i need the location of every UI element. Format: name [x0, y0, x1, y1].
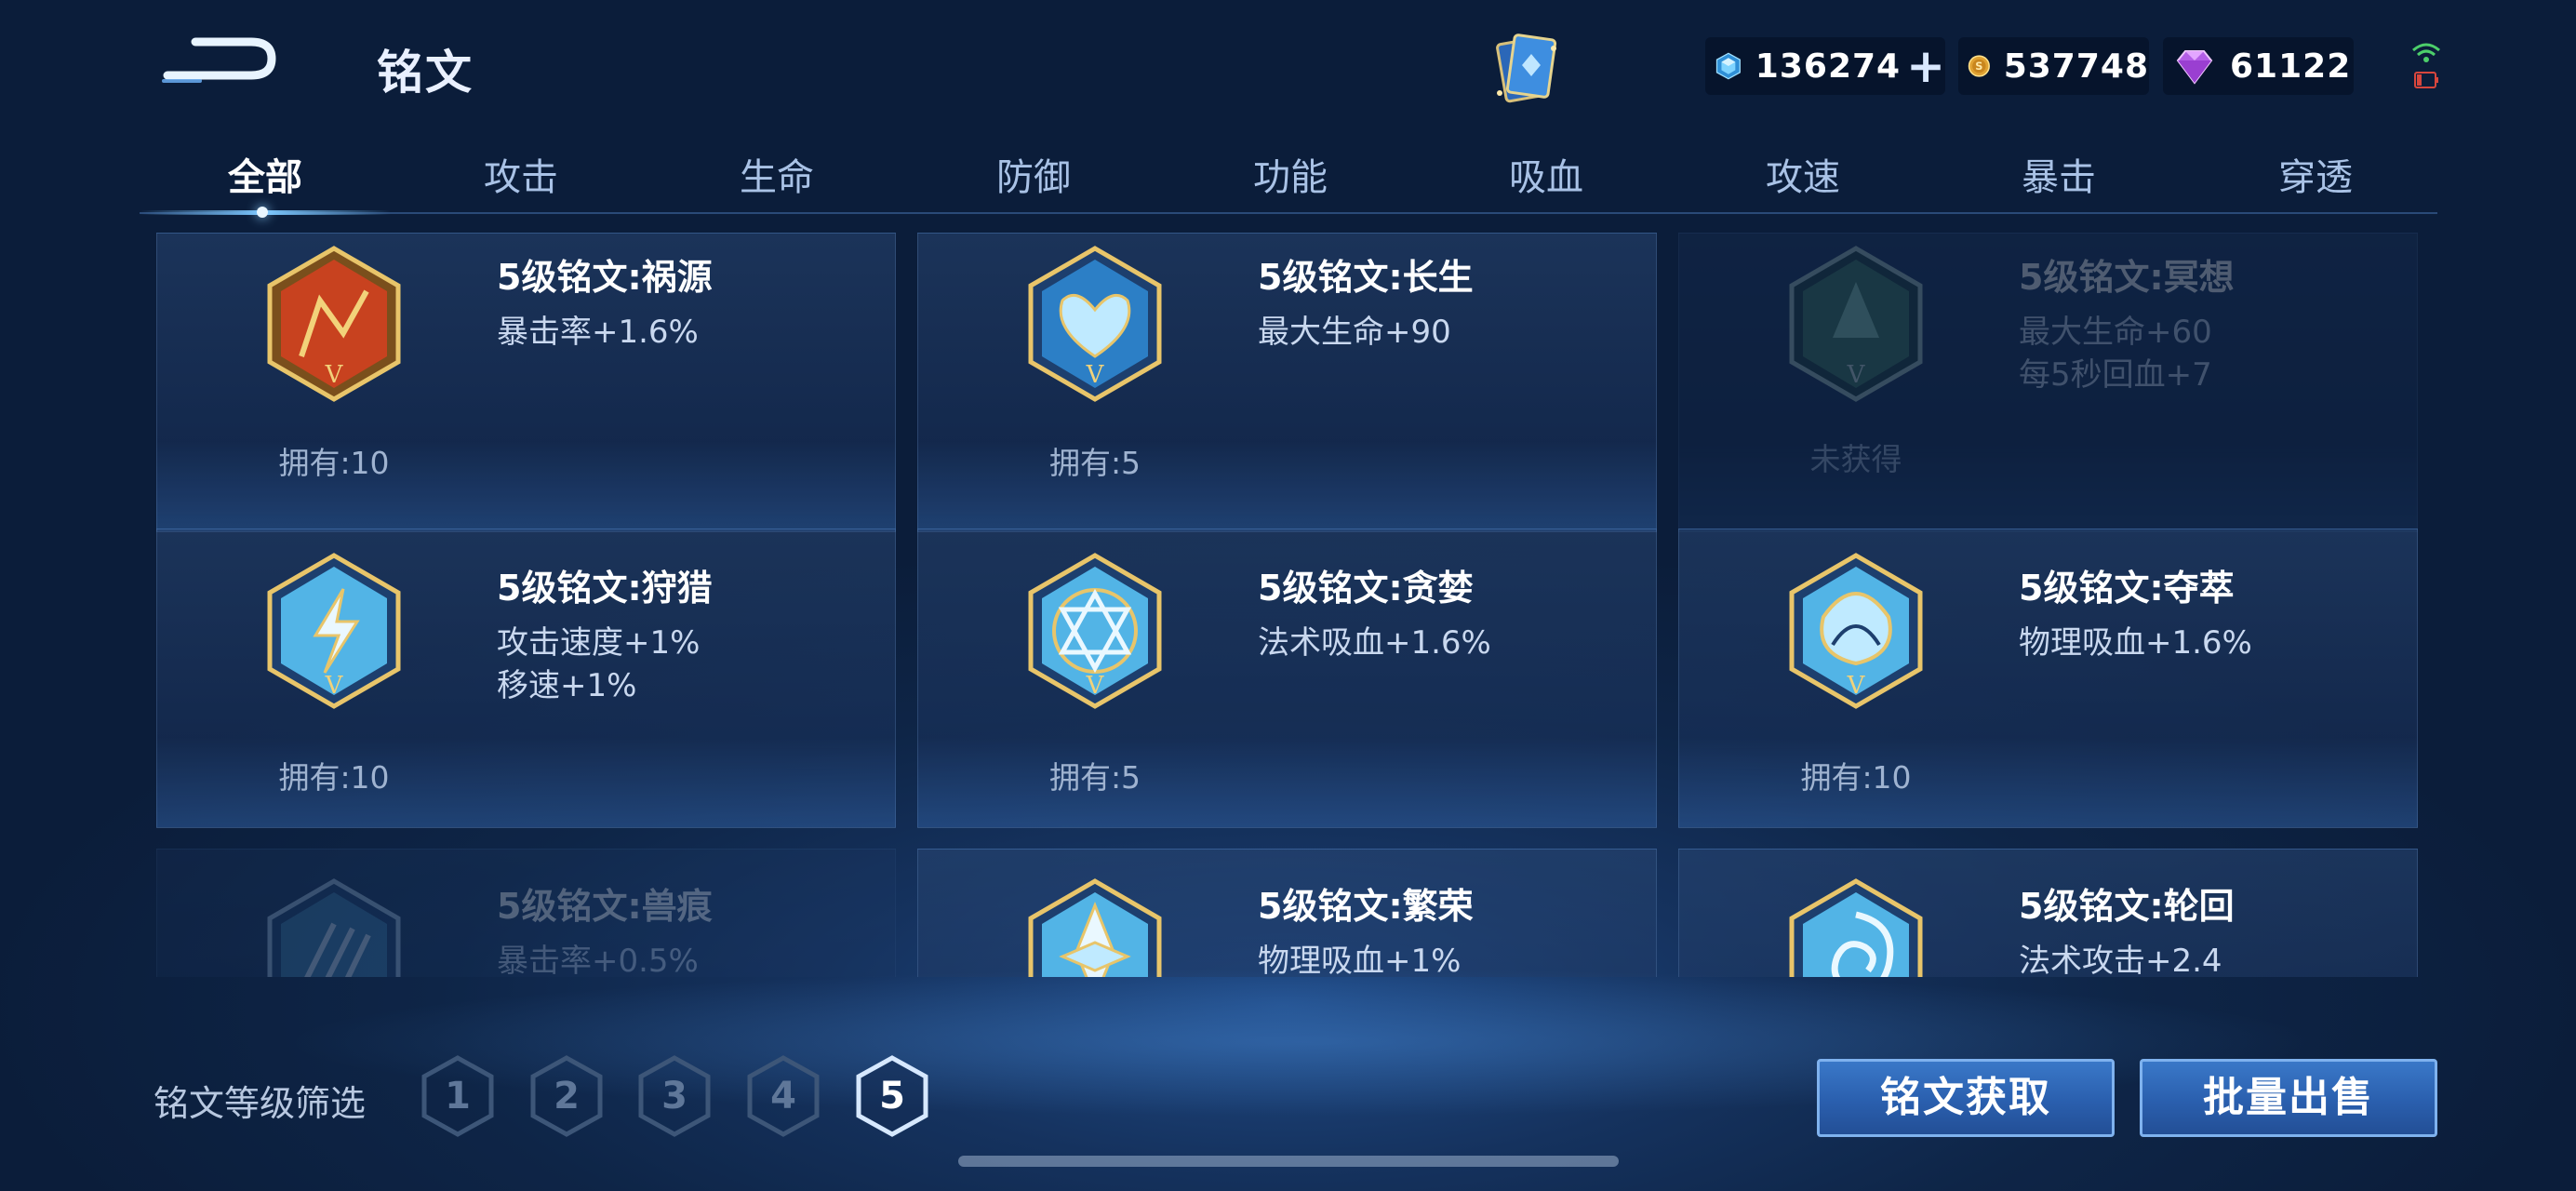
svg-text:V: V [1847, 672, 1866, 700]
tab-utility[interactable]: 功能 [1221, 147, 1360, 201]
back-arrow-icon [162, 37, 276, 83]
svg-text:S: S [1975, 60, 1982, 73]
rune-attribute: 法术吸血+1.6% [1258, 624, 1491, 662]
blue-crystal-emblem-icon [1028, 878, 1162, 977]
rune-card[interactable]: V 5级铭文:冥想 最大生命+60 每5秒回血+7 未获得 [1678, 233, 2418, 532]
blue-knot-emblem-icon: V [1789, 553, 1923, 709]
svg-text:V: V [1086, 672, 1105, 700]
tab-critical[interactable]: 暴击 [1989, 147, 2129, 201]
owned-count: 拥有:5 [1048, 759, 1141, 796]
diamond-icon [1715, 52, 1741, 80]
level-filter-3[interactable]: 3 [637, 1054, 712, 1138]
blue-lightning-emblem-icon: V [267, 553, 401, 709]
level-number: 1 [445, 1075, 471, 1117]
rune-attribute: 每5秒回血+7 [2019, 356, 2212, 394]
green-tree-emblem-icon: V [1789, 246, 1923, 402]
owned-count: 未获得 [1809, 441, 1902, 477]
rune-card[interactable]: 5级铭文:轮回 法术攻击+2.4 [1678, 849, 2418, 977]
home-indicator[interactable] [958, 1156, 1619, 1167]
back-button[interactable] [158, 33, 279, 88]
gem-amount: 61122 [2230, 47, 2352, 86]
gem-currency: 61122 [2163, 37, 2354, 95]
owned-count: 拥有:10 [1800, 759, 1912, 796]
rune-attribute: 最大生命+60 [2019, 314, 2212, 351]
tab-penetration[interactable]: 穿透 [2246, 147, 2385, 201]
bulk-sell-button[interactable]: 批量出售 [2140, 1059, 2437, 1137]
rune-grid: V 5级铭文:祸源 暴击率+1.6% 拥有:10 V 5级铭文:长生 最大生命+… [0, 223, 2576, 977]
gold-currency: S 537748 [1958, 37, 2149, 95]
rune-attribute: 暴击率+1.6% [497, 314, 699, 351]
owned-count: 拥有:5 [1048, 445, 1141, 481]
rune-deck-icon[interactable] [1488, 28, 1563, 112]
page-title: 铭文 [377, 46, 474, 100]
rune-card[interactable]: V 5级铭文:贪婪 法术吸血+1.6% 拥有:5 [917, 529, 1657, 828]
rune-card[interactable]: 5级铭文:繁荣 物理吸血+1% [917, 849, 1657, 977]
level-filter-1[interactable]: 1 [420, 1054, 495, 1138]
active-tab-dot [257, 207, 268, 218]
tab-attack[interactable]: 攻击 [451, 147, 591, 201]
diamond-amount: 136274 [1755, 47, 1902, 86]
svg-text:V: V [325, 672, 344, 700]
gem-icon [2176, 50, 2213, 85]
tab-lifesteal[interactable]: 吸血 [1476, 147, 1616, 201]
red-crack-emblem-icon: V [267, 246, 401, 402]
svg-text:V: V [325, 361, 344, 389]
rune-name: 5级铭文:轮回 [2019, 886, 2235, 927]
blue-triangle-emblem-icon: V [1028, 553, 1162, 709]
rune-attribute: 移速+1% [497, 667, 637, 704]
rune-name: 5级铭文:祸源 [497, 257, 713, 298]
acquire-rune-button[interactable]: 铭文获取 [1817, 1059, 2115, 1137]
level-filter-5[interactable]: 5 [855, 1054, 929, 1138]
tab-divider [140, 212, 2437, 214]
rune-name: 5级铭文:冥想 [2019, 257, 2235, 298]
rune-card[interactable]: V 5级铭文:狩猎 攻击速度+1% 移速+1% 拥有:10 [156, 529, 896, 828]
rune-attribute: 攻击速度+1% [497, 624, 701, 662]
rune-card[interactable]: 5级铭文:兽痕 暴击率+0.5% [156, 849, 896, 977]
level-filter-label: 铭文等级筛选 [153, 1083, 367, 1124]
rune-name: 5级铭文:狩猎 [497, 568, 713, 609]
rune-card[interactable]: V 5级铭文:长生 最大生命+90 拥有:5 [917, 233, 1657, 532]
blue-claw-emblem-icon [267, 878, 401, 977]
level-filter-4[interactable]: 4 [746, 1054, 821, 1138]
rune-name: 5级铭文:长生 [1258, 257, 1474, 298]
owned-count: 拥有:10 [278, 759, 390, 796]
diamond-currency: 136274 + [1705, 37, 1945, 95]
rune-attribute: 最大生命+90 [1258, 314, 1451, 351]
tab-defense[interactable]: 防御 [964, 147, 1103, 201]
level-filter-2[interactable]: 2 [529, 1054, 604, 1138]
level-number: 4 [770, 1075, 796, 1117]
level-number: 2 [554, 1075, 580, 1117]
tab-attack-speed[interactable]: 攻速 [1733, 147, 1873, 201]
add-currency-button[interactable]: + [1906, 43, 1945, 89]
tab-health[interactable]: 生命 [707, 147, 847, 201]
svg-text:V: V [1086, 361, 1105, 389]
level-number: 5 [879, 1075, 905, 1117]
rune-name: 5级铭文:繁荣 [1258, 886, 1474, 927]
rune-name: 5级铭文:贪婪 [1258, 568, 1474, 609]
rune-attribute: 物理吸血+1.6% [2019, 624, 2252, 662]
rune-name: 5级铭文:夺萃 [2019, 568, 2235, 609]
owned-count: 拥有:10 [278, 445, 390, 481]
tab-all[interactable]: 全部 [195, 147, 335, 201]
svg-text:V: V [1847, 361, 1866, 389]
blue-swirl-emblem-icon [1789, 878, 1923, 977]
gold-amount: 537748 [2003, 47, 2149, 86]
category-tabs: 全部 攻击 生命 防御 功能 吸血 攻速 暴击 穿透 [140, 140, 2437, 214]
rune-card[interactable]: V 5级铭文:祸源 暴击率+1.6% 拥有:10 [156, 233, 896, 532]
rune-card[interactable]: V 5级铭文:夺萃 物理吸血+1.6% 拥有:10 [1678, 529, 2418, 828]
gold-coin-icon: S [1968, 55, 1990, 77]
blue-heart-emblem-icon: V [1028, 246, 1162, 402]
wifi-battery-status-icon [2409, 37, 2443, 97]
rune-name: 5级铭文:兽痕 [497, 886, 713, 927]
level-number: 3 [661, 1075, 687, 1117]
